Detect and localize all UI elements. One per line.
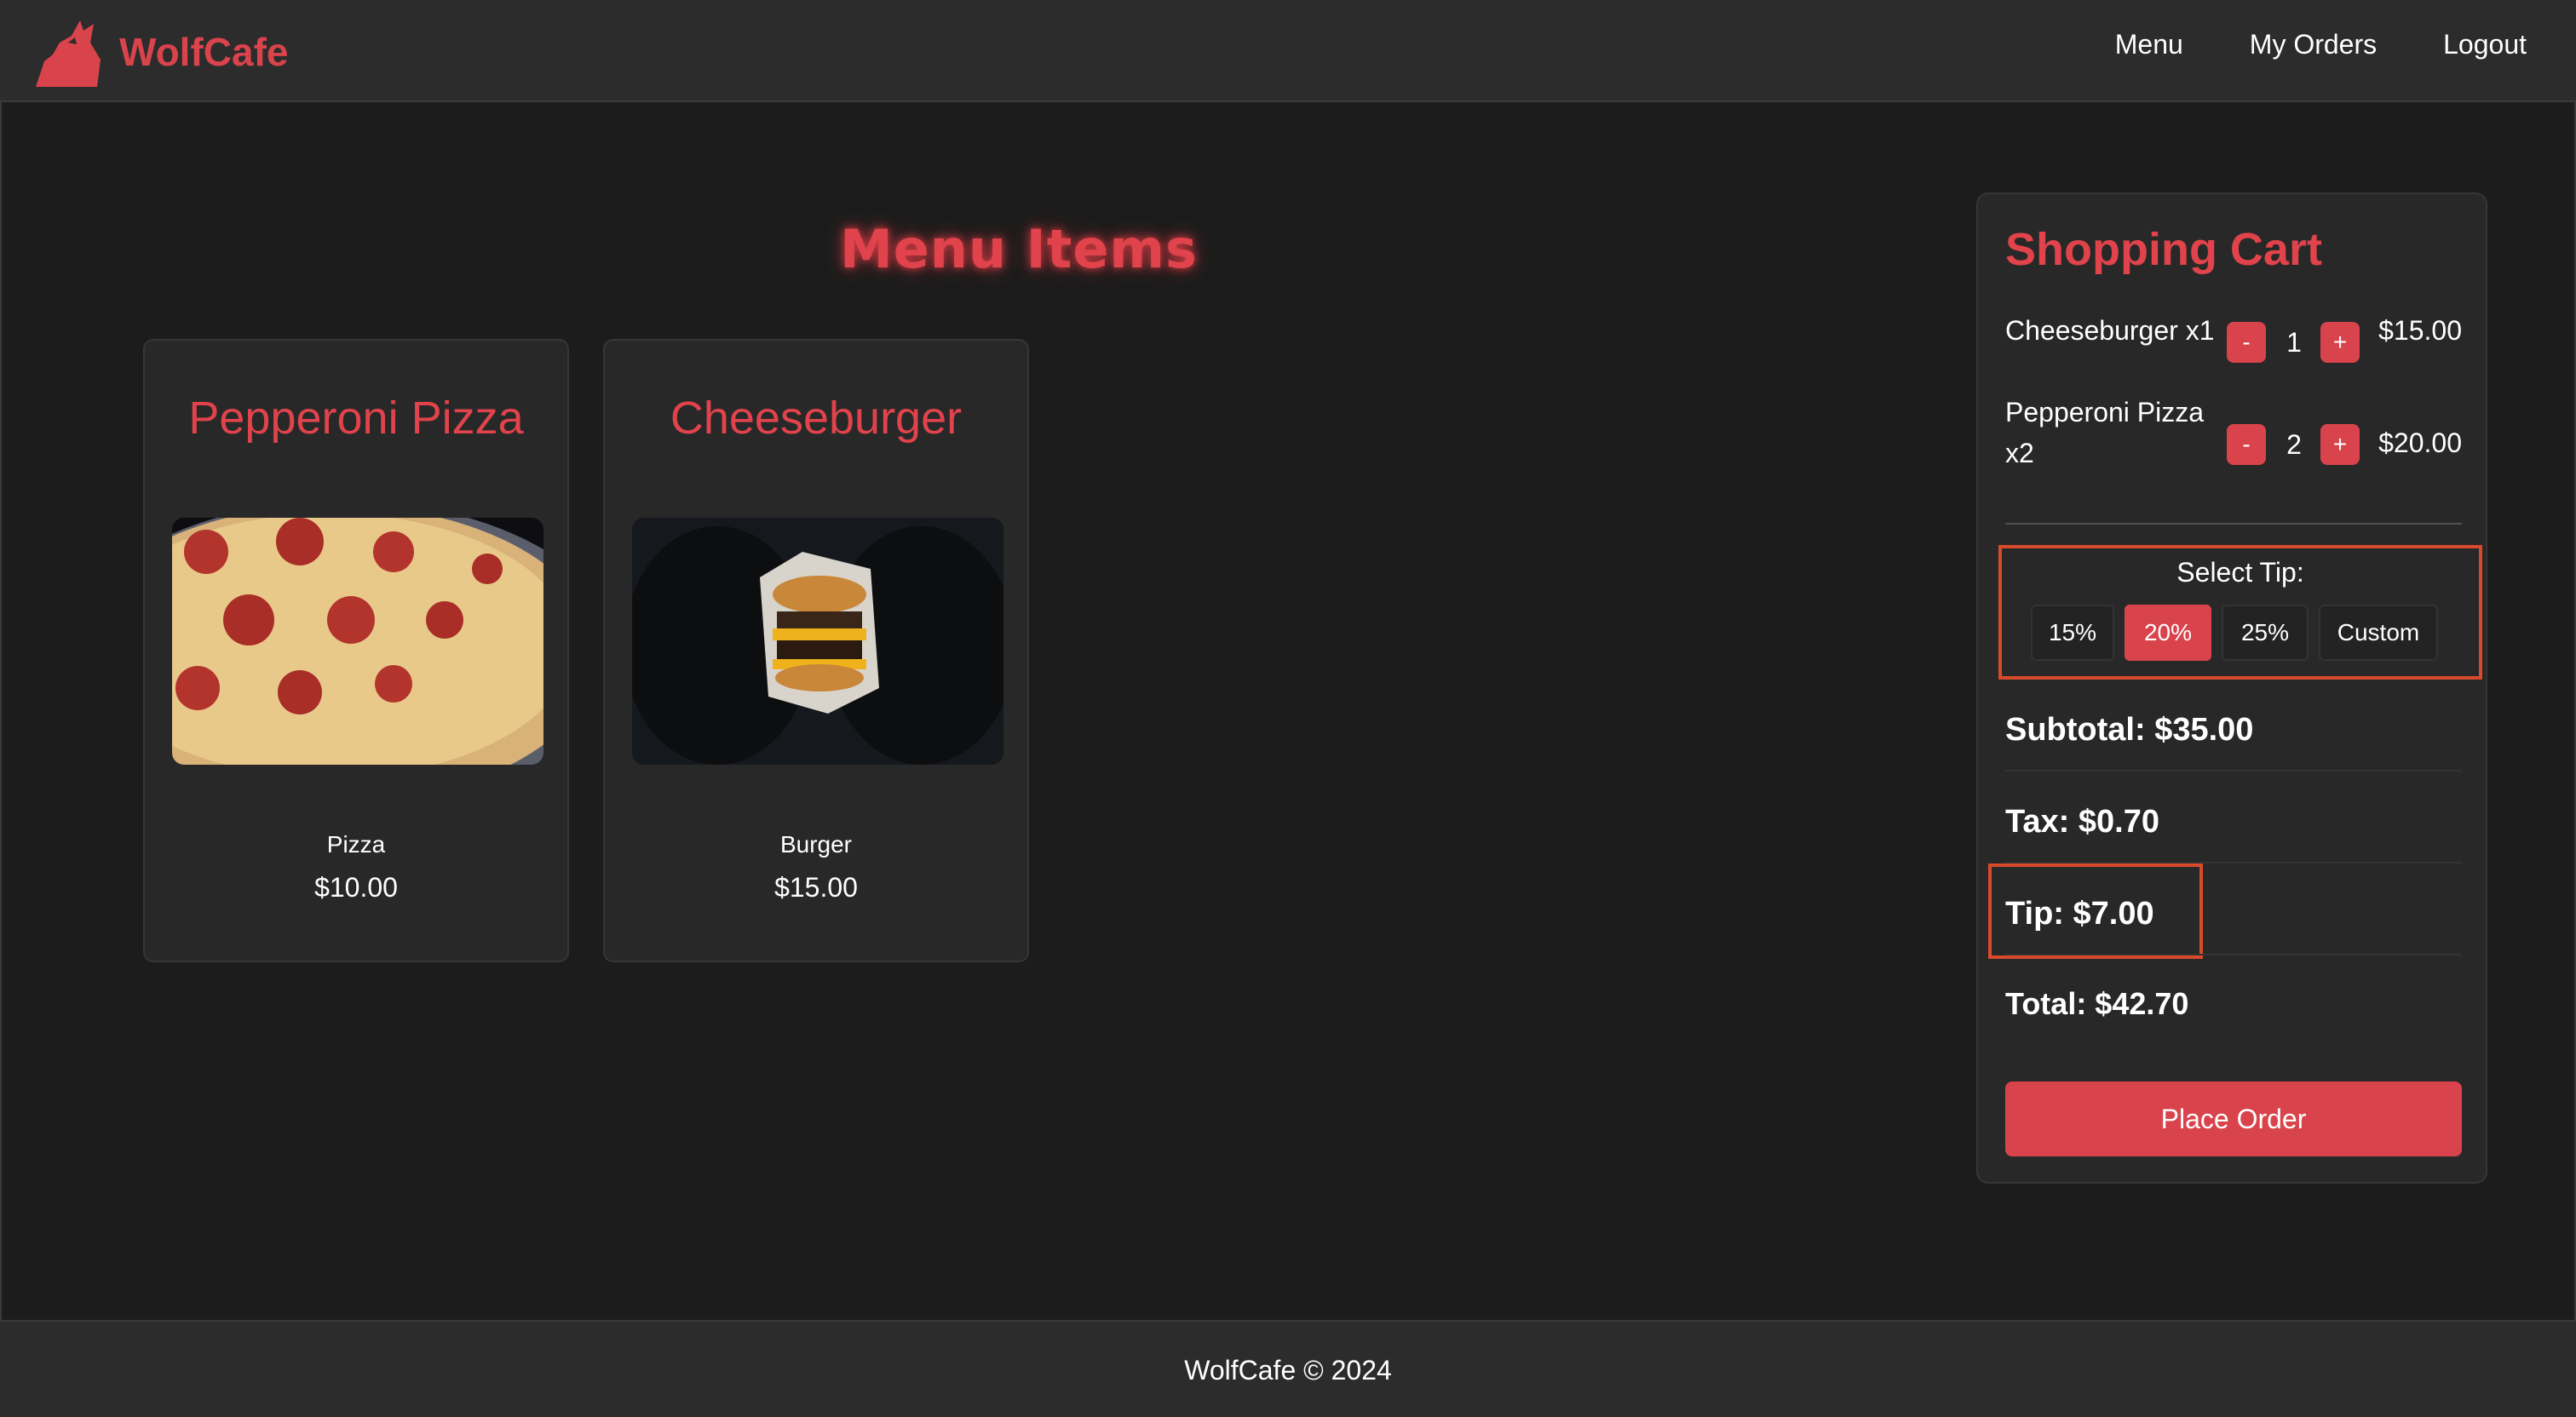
cart-item-quantity: 1 (2286, 327, 2302, 358)
menu-card-cheeseburger[interactable]: Cheeseburger Burger $15.00 (603, 339, 1029, 962)
menu-item-name: Cheeseburger (670, 393, 963, 444)
nav-links: Menu My Orders Logout (2115, 29, 2527, 60)
cart-divider (2005, 523, 2462, 525)
menu-item-description: Pizza (326, 831, 386, 858)
cart-item-price: $15.00 (2378, 315, 2462, 346)
cart-item-name: Cheeseburger x1 (2005, 315, 2215, 346)
brand[interactable]: WolfCafe (34, 17, 289, 87)
summary-separator (2005, 770, 2462, 772)
menu-title: Menu Items (840, 218, 1198, 280)
menu-card-pepperoni-pizza[interactable]: Pepperoni Pizza Pizza $10.00 (143, 339, 569, 962)
wolf-howling-icon (36, 20, 101, 87)
tax: Tax: $0.70 (2005, 804, 2159, 840)
summary-separator (2005, 954, 2462, 955)
place-order-button[interactable]: Place Order (2005, 1081, 2462, 1156)
cart-item-cheeseburger: Cheeseburger x1 - 1 + $15.00 (2005, 310, 2462, 370)
cart-item-quantity: 2 (2286, 429, 2302, 460)
tip-options: 15% 20% 25% Custom (2031, 605, 2438, 661)
menu-item-price: $10.00 (314, 872, 398, 903)
decrease-quantity-button[interactable]: - (2227, 424, 2266, 465)
cart-title: Shopping Cart (2005, 224, 2322, 275)
increase-quantity-button[interactable]: + (2320, 424, 2360, 465)
footer: WolfCafe © 2024 (0, 1320, 2576, 1417)
menu-item-name: Pepperoni Pizza (188, 393, 524, 444)
tip-20-button[interactable]: 20% (2125, 605, 2211, 661)
tip-15-button[interactable]: 15% (2031, 605, 2114, 661)
decrease-quantity-button[interactable]: - (2227, 322, 2266, 363)
tip-amount: Tip: $7.00 (2005, 896, 2154, 932)
navbar: WolfCafe Menu My Orders Logout (0, 0, 2576, 102)
menu-item-description: Burger (779, 831, 853, 858)
nav-my-orders-link[interactable]: My Orders (2250, 29, 2377, 60)
tip-label: Select Tip: (2176, 557, 2304, 588)
cart-item-price: $20.00 (2378, 427, 2462, 458)
cart-item-name: Pepperoni Pizza x2 (2005, 397, 2205, 468)
cheeseburger-image (632, 518, 1003, 765)
total: Total: $42.70 (2005, 986, 2189, 1021)
tip-25-button[interactable]: 25% (2222, 605, 2309, 661)
menu-item-price: $15.00 (774, 872, 858, 903)
shopping-cart: Shopping Cart Cheeseburger x1 - 1 + $15.… (1976, 192, 2487, 1184)
subtotal: Subtotal: $35.00 (2005, 712, 2254, 748)
increase-quantity-button[interactable]: + (2320, 322, 2360, 363)
tip-custom-button[interactable]: Custom (2319, 605, 2438, 661)
cart-item-pepperoni-pizza: Pepperoni Pizza x2 - 2 + $20.00 (2005, 392, 2462, 477)
pepperoni-pizza-image (172, 518, 543, 765)
brand-name: WolfCafe (119, 30, 289, 74)
nav-menu-link[interactable]: Menu (2115, 29, 2183, 60)
tip-selector: Select Tip: 15% 20% 25% Custom (1998, 545, 2482, 680)
nav-logout-link[interactable]: Logout (2443, 29, 2527, 60)
